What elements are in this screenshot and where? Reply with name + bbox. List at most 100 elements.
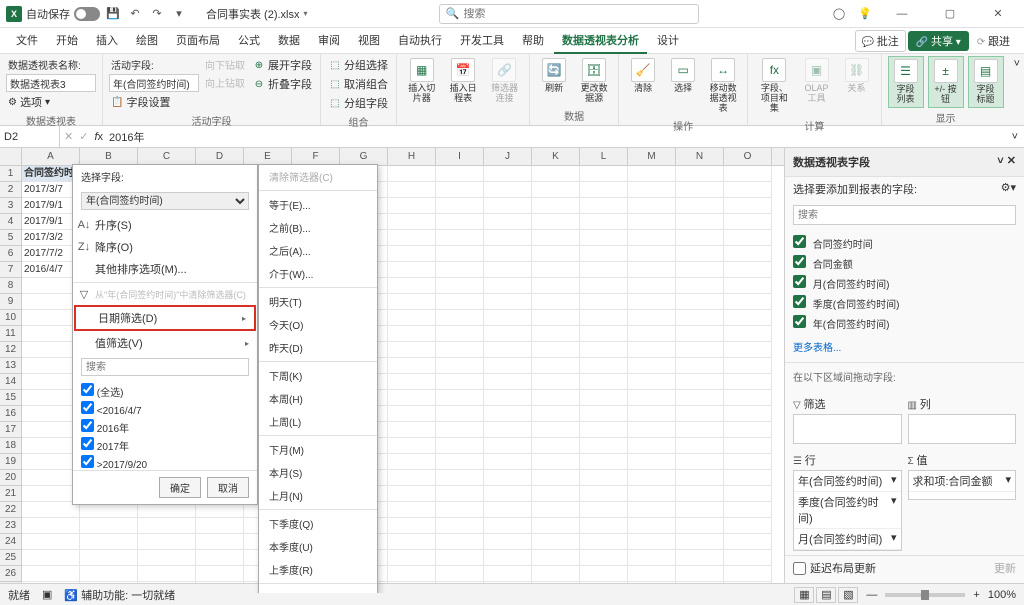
account-icon[interactable]: ◯ (830, 5, 848, 23)
name-box[interactable]: D2 (0, 126, 60, 147)
cell[interactable] (532, 486, 580, 502)
tab-绘图[interactable]: 绘图 (128, 28, 166, 54)
col-header-C[interactable]: C (138, 148, 196, 165)
cell[interactable] (628, 550, 676, 566)
expand-field-button[interactable]: ⊕展开字段 (251, 56, 314, 74)
cell[interactable] (484, 182, 532, 198)
cell[interactable] (580, 374, 628, 390)
cell[interactable] (138, 550, 196, 566)
select-all-corner[interactable] (0, 148, 22, 165)
formula-value[interactable]: 2016年 (109, 129, 144, 145)
cell[interactable] (676, 198, 724, 214)
col-header-H[interactable]: H (388, 148, 436, 165)
cell[interactable] (628, 342, 676, 358)
redo-icon[interactable]: ↷ (148, 5, 166, 23)
cell[interactable] (388, 166, 436, 182)
cell[interactable] (724, 342, 772, 358)
submenu-item[interactable]: 上季度(R) (259, 558, 377, 581)
undo-icon[interactable]: ↶ (126, 5, 144, 23)
submenu-item[interactable]: 之后(A)... (259, 239, 377, 262)
cell[interactable] (580, 550, 628, 566)
filter-value-tree[interactable]: (全选) <2016/4/7 2016年 2017年 >2017/9/20 (73, 380, 257, 470)
refresh-button[interactable]: 🔄刷新 (536, 56, 572, 96)
cell[interactable] (388, 246, 436, 262)
cell[interactable] (436, 262, 484, 278)
submenu-item[interactable]: 今天(O) (259, 313, 377, 336)
cancel-formula-icon[interactable]: ✕ (64, 130, 73, 143)
cell[interactable] (724, 278, 772, 294)
row-header[interactable]: 12 (0, 342, 22, 358)
cell[interactable] (580, 182, 628, 198)
comments-button[interactable]: 💬 批注 (855, 30, 906, 52)
cell[interactable] (628, 358, 676, 374)
cell[interactable] (532, 454, 580, 470)
cell[interactable] (388, 486, 436, 502)
cell[interactable] (484, 566, 532, 582)
filter-value-checkbox[interactable] (81, 419, 94, 432)
cell[interactable] (580, 198, 628, 214)
insert-timeline-button[interactable]: 📅插入日程表 (444, 56, 481, 106)
cell[interactable] (138, 534, 196, 550)
cell[interactable] (628, 486, 676, 502)
cell[interactable] (724, 230, 772, 246)
filter-connections-button[interactable]: 🔗筛选器连接 (486, 56, 523, 106)
cell[interactable] (580, 518, 628, 534)
cell[interactable] (484, 294, 532, 310)
cell[interactable] (532, 166, 580, 182)
cell[interactable] (388, 422, 436, 438)
pivot-name-input[interactable] (6, 74, 96, 92)
insert-slicer-button[interactable]: ▦插入切片器 (403, 56, 440, 106)
cell[interactable] (628, 182, 676, 198)
cell[interactable] (580, 166, 628, 182)
cell[interactable] (484, 326, 532, 342)
page-break-button[interactable]: ▧ (838, 587, 858, 603)
cell[interactable] (628, 406, 676, 422)
filter-value-item[interactable]: <2016/4/7 (81, 400, 249, 418)
field-item[interactable]: 季度(合同签约时间) (793, 293, 1016, 313)
cell[interactable] (484, 278, 532, 294)
cell[interactable] (532, 518, 580, 534)
field-checkbox[interactable] (793, 315, 806, 328)
row-header[interactable]: 5 (0, 230, 22, 246)
cell[interactable] (628, 326, 676, 342)
col-header-M[interactable]: M (628, 148, 676, 165)
cell[interactable] (436, 422, 484, 438)
cell[interactable] (22, 534, 80, 550)
cell[interactable] (80, 566, 138, 582)
filter-value-item[interactable]: >2017/9/20 (81, 454, 249, 470)
row-header[interactable]: 20 (0, 470, 22, 486)
cell[interactable] (676, 358, 724, 374)
cell[interactable] (724, 566, 772, 582)
cell[interactable] (628, 278, 676, 294)
field-settings-button[interactable]: 📋 字段设置 (109, 93, 199, 111)
cell[interactable] (580, 326, 628, 342)
cell[interactable] (676, 230, 724, 246)
cell[interactable] (580, 406, 628, 422)
cell[interactable] (676, 422, 724, 438)
cell[interactable] (724, 310, 772, 326)
cell[interactable] (724, 550, 772, 566)
filter-value-checkbox[interactable] (81, 437, 94, 450)
cell[interactable] (532, 326, 580, 342)
tab-数据透视表分析[interactable]: 数据透视表分析 (554, 28, 647, 54)
row-header[interactable]: 22 (0, 502, 22, 518)
cell[interactable] (388, 390, 436, 406)
cell[interactable] (532, 406, 580, 422)
cell[interactable] (484, 214, 532, 230)
cell[interactable] (580, 486, 628, 502)
cell[interactable] (532, 294, 580, 310)
cell[interactable] (436, 230, 484, 246)
cell[interactable] (388, 518, 436, 534)
col-header-G[interactable]: G (340, 148, 388, 165)
cell[interactable] (388, 326, 436, 342)
cell[interactable] (724, 470, 772, 486)
filter-value-item[interactable]: (全选) (81, 382, 249, 400)
cell[interactable] (484, 230, 532, 246)
cell[interactable] (580, 294, 628, 310)
cell[interactable] (580, 278, 628, 294)
cell[interactable] (532, 438, 580, 454)
cell[interactable] (532, 550, 580, 566)
submenu-item[interactable]: 本周(H) (259, 387, 377, 410)
cell[interactable] (436, 454, 484, 470)
macro-record-icon[interactable]: ▣ (42, 588, 52, 601)
